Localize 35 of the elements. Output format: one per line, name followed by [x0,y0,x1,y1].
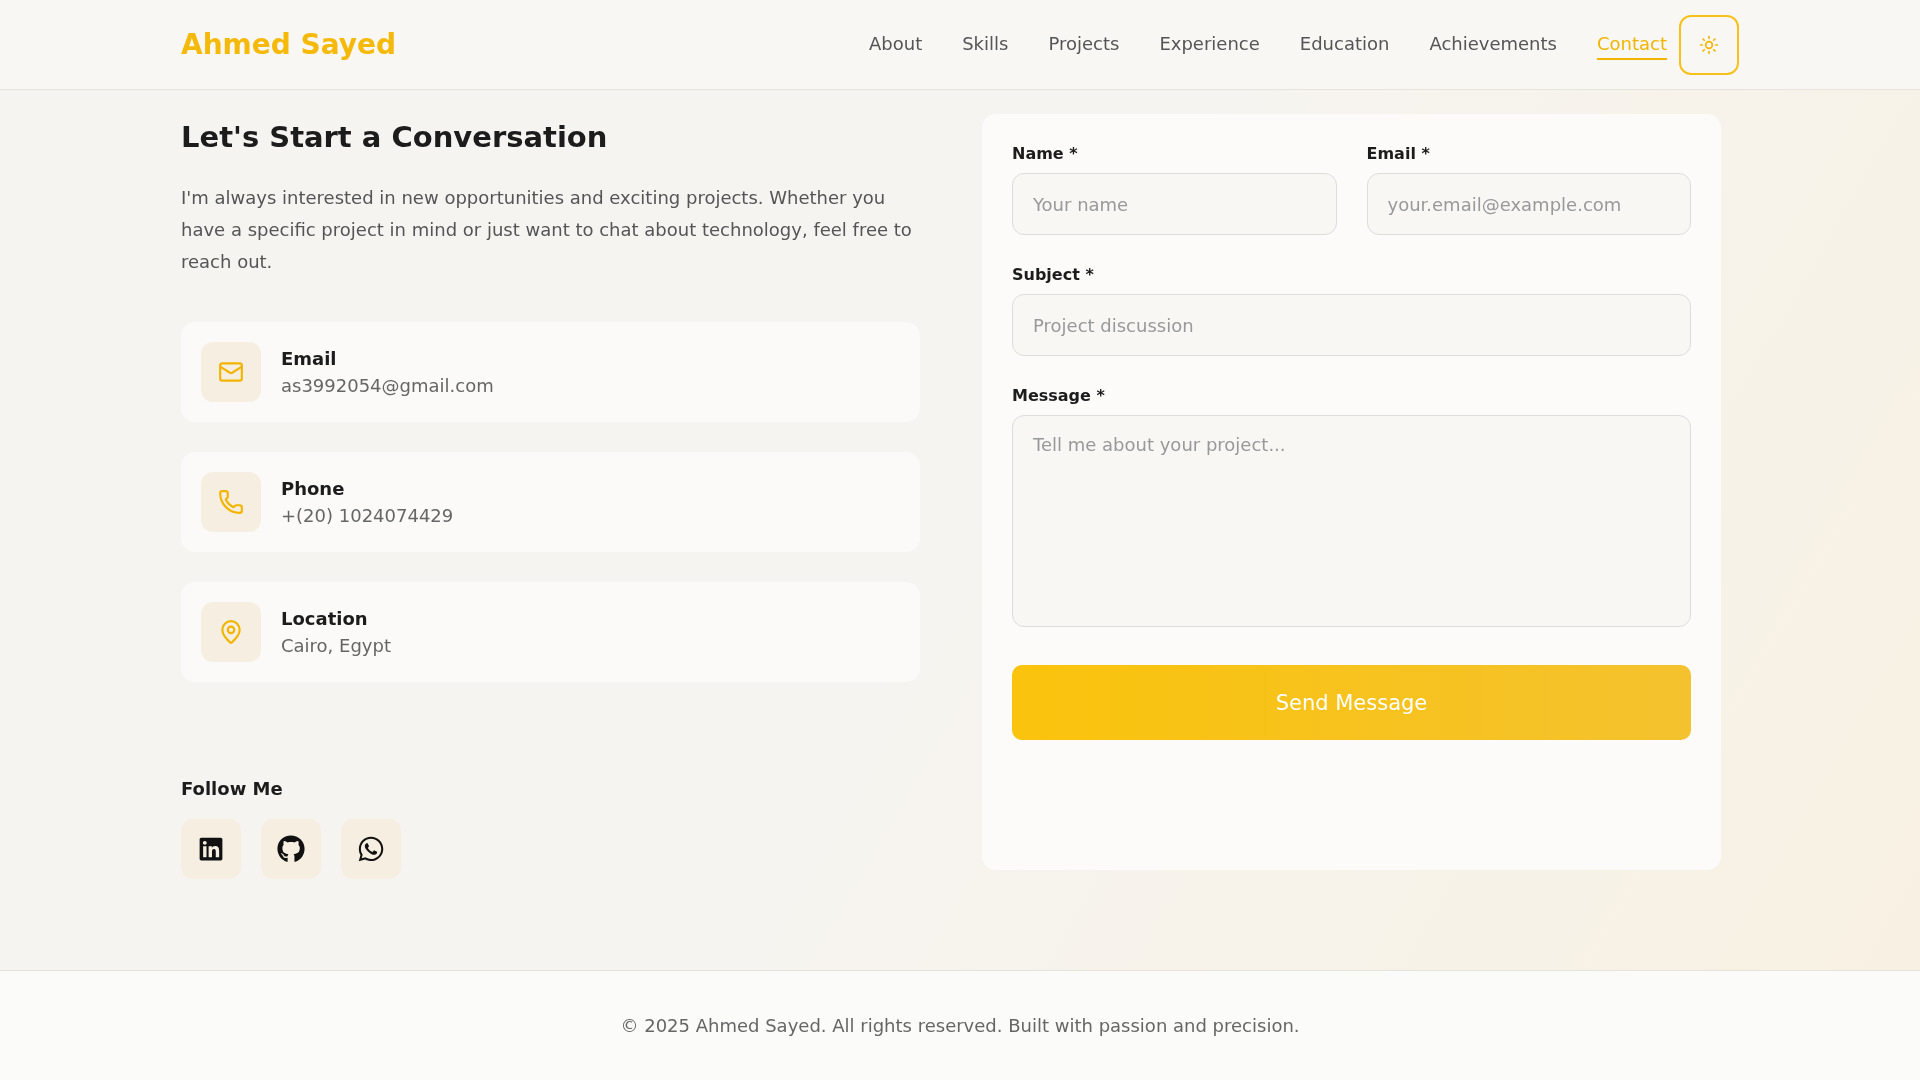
contact-value: +(20) 1024074429 [281,505,454,526]
nav-link[interactable]: About [868,29,923,60]
contact-label: Phone [281,478,346,499]
field-label: Subject * [1012,265,1095,284]
message-field[interactable]: Tell me about your project... [1012,415,1691,627]
theme-toggle-button[interactable] [1679,14,1739,75]
input-field[interactable]: Project discussion [1012,294,1691,356]
input-field[interactable]: Your name [1012,173,1337,235]
nav-link[interactable]: Experience [1159,29,1260,60]
nav-link[interactable]: Education [1299,29,1390,60]
field-label: Name * [1012,144,1079,163]
map-pin-icon [218,619,244,645]
nav-link[interactable]: Projects [1048,29,1120,60]
contact-label: Email [281,348,338,369]
contact-value: Cairo, Egypt [281,635,391,656]
input-field[interactable]: your.email@example.com [1366,173,1691,235]
follow-heading: Follow Me [181,778,284,799]
section-heading: Let's Start a Conversation [181,120,609,154]
footer-text: © 2025 Ahmed Sayed. All rights reserved. Built with passion and precision. [620,1015,1300,1036]
field-label: Email * [1366,144,1431,163]
contact-value: as3992054@gmail.com [281,375,494,396]
github-icon [277,835,305,863]
social-link[interactable] [261,819,321,879]
social-link[interactable] [181,819,241,879]
phone-icon [218,489,244,515]
intro-paragraph: I'm always interested in new opportunities and exciting projects. Whether you have a specific project in mind or just want to chat about technology, feel free to reach out. [181,186,913,274]
social-link[interactable] [341,819,401,879]
contact-label: Location [281,608,369,629]
sun-icon [1699,34,1719,55]
linkedin-icon [198,836,224,862]
whatsapp-icon [357,835,385,863]
nav-link[interactable]: Achievements [1429,29,1557,60]
nav-link[interactable]: Skills [962,29,1009,60]
field-label: Message * [1012,386,1106,405]
envelope-icon [218,359,244,385]
